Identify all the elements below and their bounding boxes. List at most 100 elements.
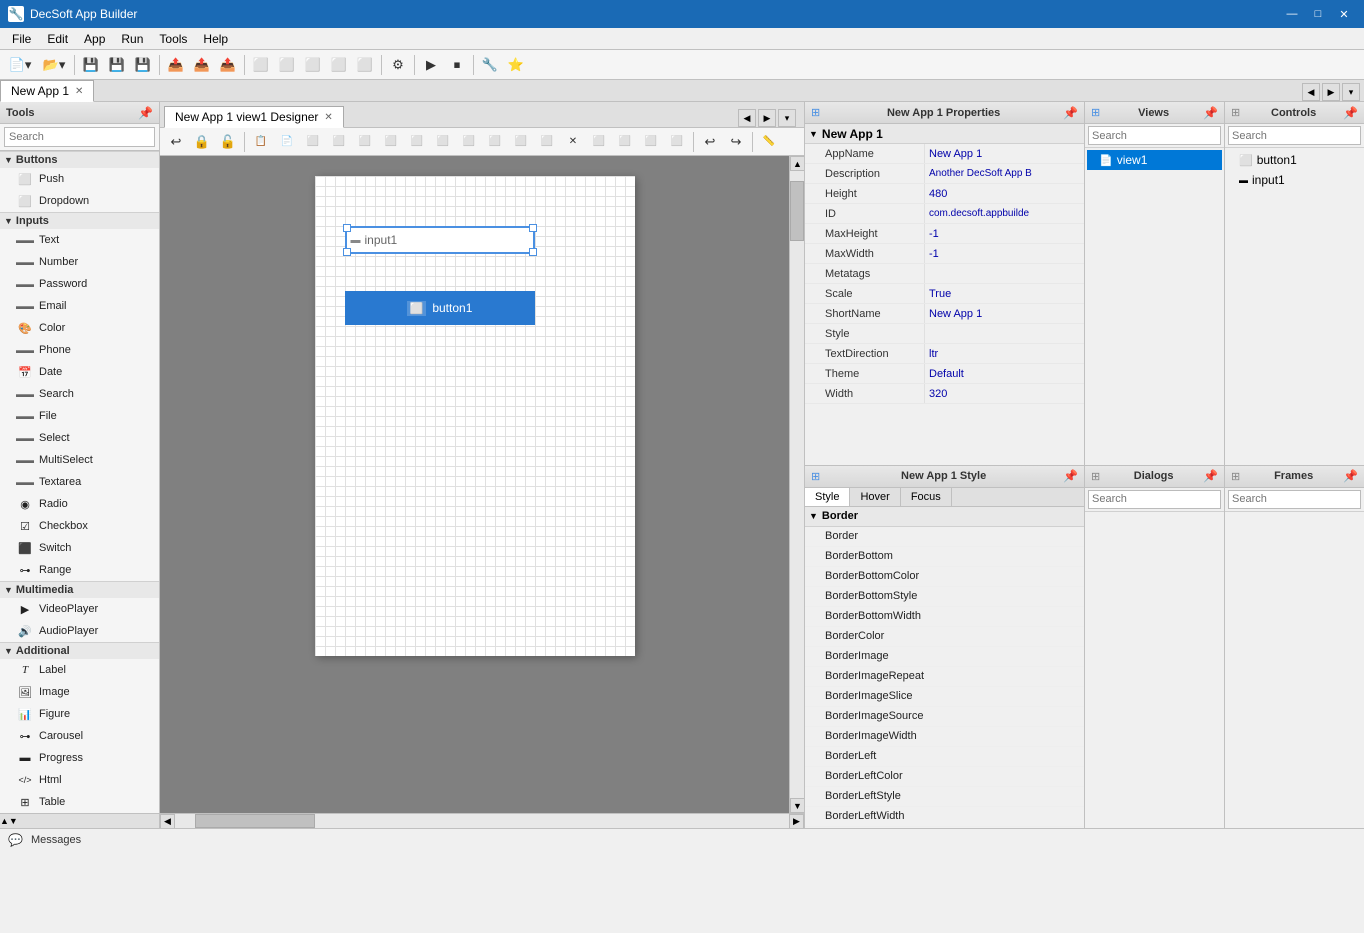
props-val-style[interactable]	[925, 324, 1084, 343]
minimize-button[interactable]: —	[1280, 4, 1304, 24]
props-val-width[interactable]: 320	[925, 384, 1084, 403]
props-section-main[interactable]: New App 1	[805, 124, 1084, 144]
toolbar-saveall[interactable]: 💾	[131, 53, 155, 77]
v-scroll-down[interactable]: ▼	[790, 798, 804, 813]
style-border-image-repeat[interactable]: BorderImageRepeat	[805, 667, 1084, 687]
views-search-input[interactable]	[1088, 126, 1221, 145]
tool-date[interactable]: 📅 Date	[0, 361, 159, 383]
style-border-bottom-width[interactable]: BorderBottomWidth	[805, 607, 1084, 627]
style-border-left[interactable]: BorderLeft	[805, 747, 1084, 767]
tool-videoplayer[interactable]: ▶ VideoPlayer	[0, 598, 159, 620]
toolbar-open-dropdown[interactable]: 📂▾	[38, 53, 70, 77]
props-val-maxwidth[interactable]: -1	[925, 244, 1084, 263]
v-scroll-up[interactable]: ▲	[790, 156, 804, 171]
toolbar-action5[interactable]: ⬜	[353, 53, 377, 77]
style-border-image[interactable]: BorderImage	[805, 647, 1084, 667]
tool-figure[interactable]: 📊 Figure	[0, 703, 159, 725]
designer-btn5[interactable]: ⬜	[405, 130, 429, 154]
designer-delete[interactable]: ✕	[561, 130, 585, 154]
designer-btn4[interactable]: ⬜	[379, 130, 403, 154]
designer-v-scroll[interactable]: ▲ ▼	[789, 156, 804, 813]
toolbar-debug1[interactable]: 🔧	[478, 53, 502, 77]
designer-btn7[interactable]: ⬜	[457, 130, 481, 154]
v-scroll-track[interactable]	[790, 171, 804, 798]
designer-canvas-area[interactable]: ▬ input1 ⬜ button1	[160, 156, 789, 813]
props-val-appname[interactable]: New App 1	[925, 144, 1084, 163]
style-border-radius[interactable]: BorderRadius	[805, 827, 1084, 829]
tree-item-input1[interactable]: ▬ input1	[1227, 170, 1362, 190]
designer-tab-close[interactable]: ✕	[324, 112, 332, 123]
designer-btn9[interactable]: ⬜	[509, 130, 533, 154]
properties-pin[interactable]: 📌	[1063, 106, 1078, 120]
menu-help[interactable]: Help	[195, 28, 236, 50]
maximize-button[interactable]: □	[1306, 4, 1330, 24]
style-tab-hover[interactable]: Hover	[850, 488, 900, 506]
tree-item-view1[interactable]: 📄 view1	[1087, 150, 1222, 170]
tool-image[interactable]: 🖼 Image	[0, 681, 159, 703]
designer-num[interactable]: 📏	[757, 130, 781, 154]
style-border-left-style[interactable]: BorderLeftStyle	[805, 787, 1084, 807]
frames-pin[interactable]: 📌	[1343, 469, 1358, 483]
tool-checkbox[interactable]: ☑ Checkbox	[0, 515, 159, 537]
resize-handle-br[interactable]	[529, 248, 537, 256]
props-val-height[interactable]: 480	[925, 184, 1084, 203]
views-pin[interactable]: 📌	[1203, 106, 1218, 120]
designer-nav-left[interactable]: ◀	[738, 109, 756, 127]
designer-unlock[interactable]: 🔓	[216, 130, 240, 154]
toolbar-export3[interactable]: 📤	[216, 53, 240, 77]
v-scroll-thumb[interactable]	[790, 181, 804, 241]
props-val-maxheight[interactable]: -1	[925, 224, 1084, 243]
props-val-textdir[interactable]: ltr	[925, 344, 1084, 363]
tool-search[interactable]: ▬▬ Search	[0, 383, 159, 405]
tool-phone[interactable]: ▬▬ Phone	[0, 339, 159, 361]
style-border-section[interactable]: Border	[805, 507, 1084, 527]
toolbar-settings[interactable]: ⚙	[386, 53, 410, 77]
category-multimedia[interactable]: Multimedia	[0, 581, 159, 598]
h-scroll-left[interactable]: ◀	[160, 814, 175, 829]
designer-btn3[interactable]: ⬜	[353, 130, 377, 154]
designer-btn1[interactable]: ⬜	[301, 130, 325, 154]
menu-file[interactable]: File	[4, 28, 39, 50]
style-border-left-width[interactable]: BorderLeftWidth	[805, 807, 1084, 827]
designer-canvas[interactable]: ▬ input1 ⬜ button1	[315, 176, 635, 656]
toolbar-action2[interactable]: ⬜	[275, 53, 299, 77]
props-val-description[interactable]: Another DecSoft App B	[925, 164, 1084, 183]
tool-text[interactable]: ▬▬ Text	[0, 229, 159, 251]
frames-search-input[interactable]	[1228, 490, 1361, 509]
tool-label[interactable]: T Label	[0, 659, 159, 681]
designer-redo[interactable]: ↪	[724, 130, 748, 154]
toolbar-save[interactable]: 💾	[79, 53, 103, 77]
controls-pin[interactable]: 📌	[1343, 106, 1358, 120]
tool-dropdown[interactable]: ⬜ Dropdown	[0, 190, 159, 212]
category-buttons[interactable]: Buttons	[0, 151, 159, 168]
tools-scroll-up[interactable]: ▲	[0, 816, 9, 826]
controls-search-input[interactable]	[1228, 126, 1361, 145]
style-pin[interactable]: 📌	[1063, 469, 1078, 483]
props-val-theme[interactable]: Default	[925, 364, 1084, 383]
tools-scroll-down[interactable]: ▼	[9, 816, 18, 826]
designer-btn6[interactable]: ⬜	[431, 130, 455, 154]
style-border-left-color[interactable]: BorderLeftColor	[805, 767, 1084, 787]
designer-btn14[interactable]: ⬜	[665, 130, 689, 154]
toolbar-action4[interactable]: ⬜	[327, 53, 351, 77]
toolbar-export1[interactable]: 📤	[164, 53, 188, 77]
designer-nav-dropdown[interactable]: ▾	[778, 109, 796, 127]
designer-undo[interactable]: ↩	[164, 130, 188, 154]
style-border-bottom-color[interactable]: BorderBottomColor	[805, 567, 1084, 587]
tree-item-button1[interactable]: ⬜ button1	[1227, 150, 1362, 170]
resize-handle-bl[interactable]	[343, 248, 351, 256]
menu-app[interactable]: App	[76, 28, 113, 50]
dialogs-search-input[interactable]	[1088, 490, 1221, 509]
tool-audioplayer[interactable]: 🔊 AudioPlayer	[0, 620, 159, 642]
toolbar-debug2[interactable]: ⭐	[504, 53, 528, 77]
props-val-shortname[interactable]: New App 1	[925, 304, 1084, 323]
tool-radio[interactable]: ◉ Radio	[0, 493, 159, 515]
resize-handle-tr[interactable]	[529, 224, 537, 232]
style-border[interactable]: Border	[805, 527, 1084, 547]
toolbar-action1[interactable]: ⬜	[249, 53, 273, 77]
tool-progress[interactable]: ▬ Progress	[0, 747, 159, 769]
toolbar-new-dropdown[interactable]: 📄▾	[4, 53, 36, 77]
tool-color[interactable]: 🎨 Color	[0, 317, 159, 339]
designer-btn11[interactable]: ⬜	[587, 130, 611, 154]
toolbar-play[interactable]: ▶	[419, 53, 443, 77]
